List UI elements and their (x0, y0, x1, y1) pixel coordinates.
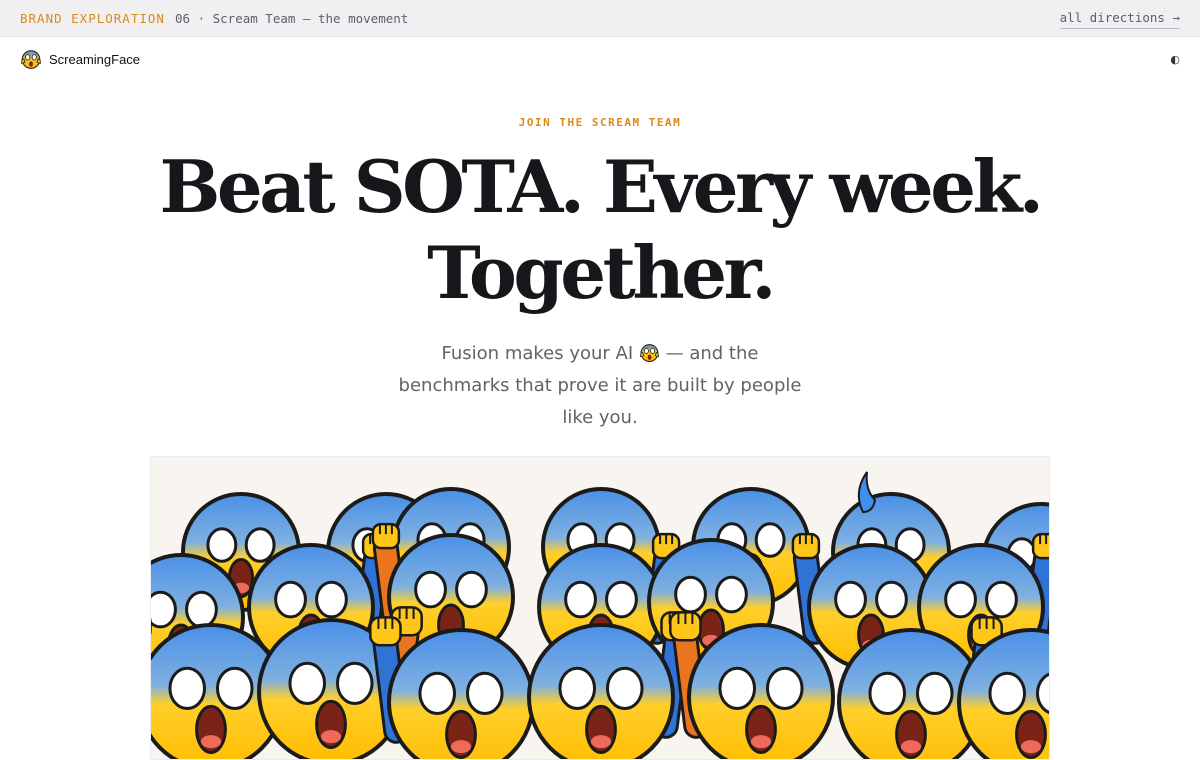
brand-name: ScreamingFace (49, 51, 141, 67)
subheadline-lead: Fusion makes your AI (441, 343, 634, 364)
headline: Beat SOTA. Every week. Together. (100, 144, 1100, 316)
screaming-face-icon (639, 344, 659, 362)
theme-toggle-icon[interactable]: ◐ (1170, 53, 1180, 66)
eyebrow: JOIN THE SCREAM TEAM (518, 116, 682, 129)
crowd-face (369, 616, 535, 759)
crowd-illustration (151, 471, 1049, 759)
headline-line-1: Beat SOTA. Every week. (159, 144, 1044, 229)
screaming-face-icon (21, 50, 41, 69)
top-bar: BRAND EXPLORATION 06 · Scream Team — the… (0, 0, 1200, 37)
all-directions-link[interactable]: all directions → (1059, 10, 1180, 29)
hero-illustration (150, 456, 1050, 760)
site-nav: ScreamingFace ◐ (0, 37, 1200, 83)
brand-exploration-tag: BRAND EXPLORATION (20, 11, 165, 26)
flame-icon (857, 471, 877, 514)
breadcrumb: 06 · Scream Team — the movement (175, 11, 409, 26)
subheadline: Fusion makes your AI — and the benchmark… (390, 338, 810, 434)
brand-logo[interactable]: ScreamingFace (20, 48, 140, 70)
headline-line-2: Together. (427, 230, 776, 315)
